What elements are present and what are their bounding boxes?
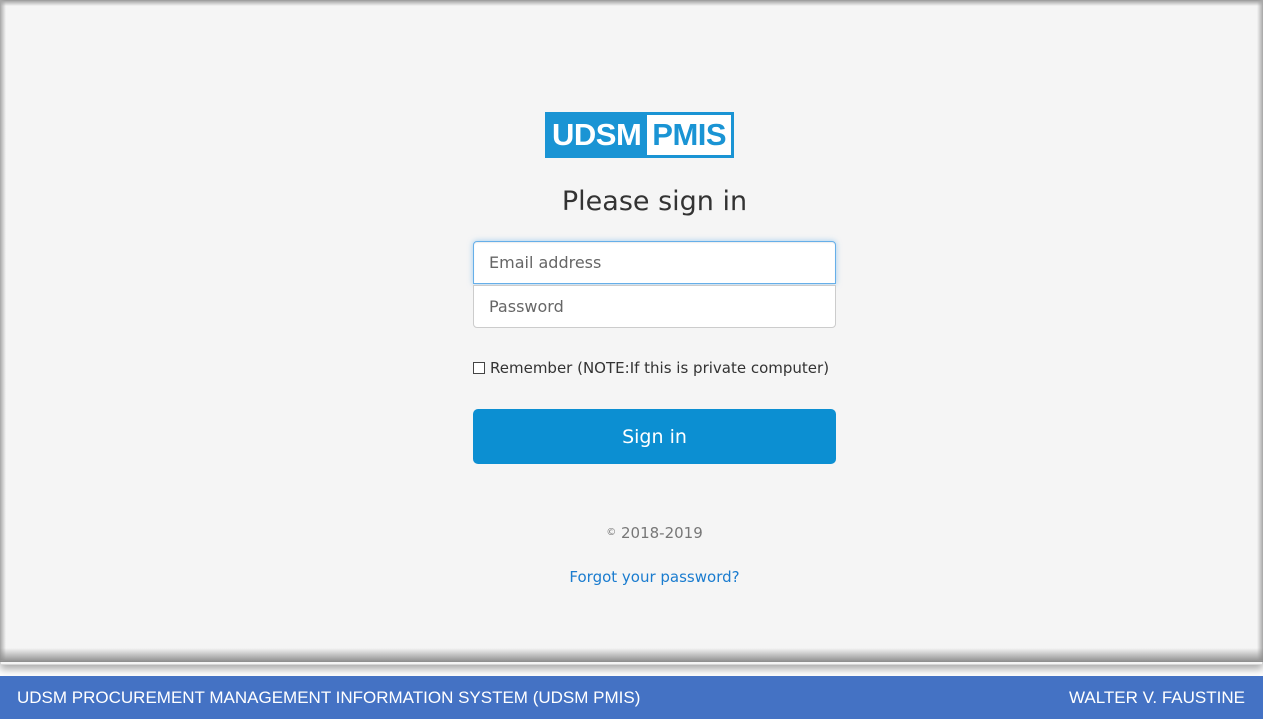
remember-label: Remember (NOTE:If this is private comput… <box>490 359 830 377</box>
caption-bar: UDSM PROCUREMENT MANAGEMENT INFORMATION … <box>0 676 1263 719</box>
login-page-screenshot: UDSM PMIS Please sign in Remember (NOTE:… <box>0 0 1263 665</box>
udsm-pmis-logo: UDSM PMIS <box>545 112 735 158</box>
email-field[interactable] <box>473 241 836 284</box>
copyright-years: 2018-2019 <box>621 524 703 542</box>
password-field[interactable] <box>473 285 836 328</box>
copyright-icon: © <box>606 527 617 538</box>
caption-author: WALTER V. FAUSTINE <box>1068 687 1245 707</box>
forgot-password-link[interactable]: Forgot your password? <box>473 568 836 586</box>
logo-pmis-text: PMIS <box>647 115 732 155</box>
caption-system-name: UDSM PROCUREMENT MANAGEMENT INFORMATION … <box>17 687 641 707</box>
checkbox-icon[interactable] <box>473 362 485 374</box>
frame-left-edge <box>0 0 6 660</box>
remember-checkbox[interactable]: Remember (NOTE:If this is private comput… <box>473 359 829 377</box>
frame-right-edge <box>1257 0 1263 660</box>
logo-udsm-text: UDSM <box>552 117 642 152</box>
copyright-notice: © 2018-2019 <box>473 524 836 542</box>
frame-top-shadow <box>0 0 1263 6</box>
sign-in-button[interactable]: Sign in <box>473 409 836 464</box>
frame-bottom-edge <box>0 648 1263 662</box>
sign-in-heading: Please sign in <box>561 186 748 217</box>
